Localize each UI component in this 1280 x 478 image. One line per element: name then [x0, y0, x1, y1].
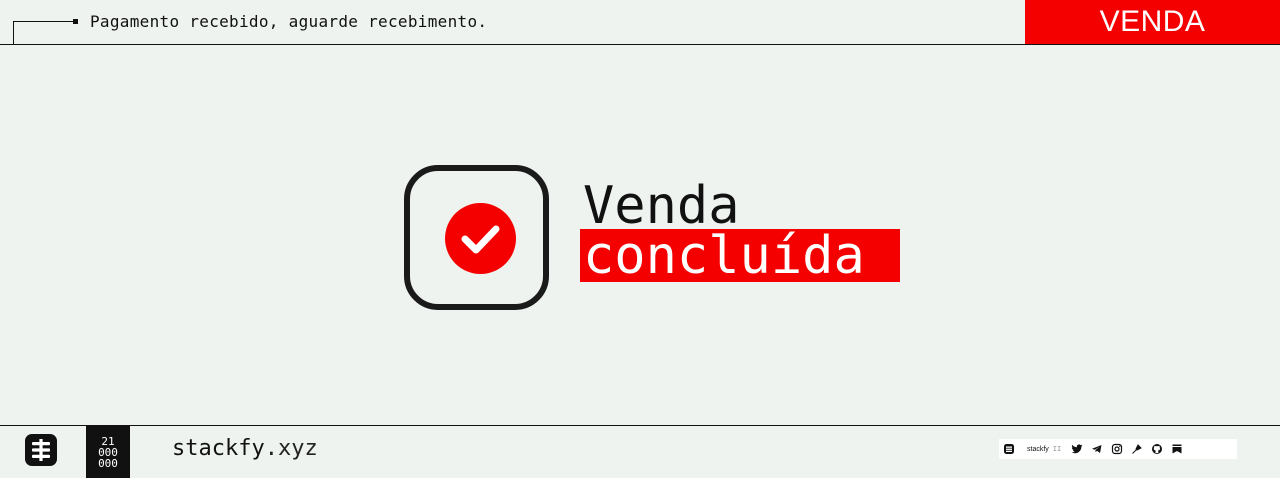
instagram-icon[interactable] [1107, 439, 1127, 459]
counter-line: 21 [101, 434, 115, 448]
bracket-dot [73, 19, 78, 24]
status-message: Pagamento recebido, aguarde recebimento. [90, 12, 488, 31]
block-counter: 21 000 000 [86, 426, 130, 478]
social-bar: stackfy II [999, 439, 1237, 459]
site-name: stackfy [172, 436, 265, 461]
document-icon[interactable] [999, 439, 1019, 459]
bookmark-icon[interactable] [1167, 439, 1187, 459]
corner-bracket [13, 21, 75, 44]
counter-line: 000 [98, 445, 118, 459]
site-tld: .xyz [264, 436, 318, 461]
social-brand: stackfy [1027, 445, 1049, 453]
pen-icon[interactable] [1127, 439, 1147, 459]
twitter-icon[interactable] [1067, 439, 1087, 459]
checkmark-card [404, 165, 549, 310]
counter-line: 000 [98, 456, 118, 470]
sale-badge: VENDA [1025, 0, 1280, 44]
title-line-2: concluída [583, 226, 865, 286]
telegram-icon[interactable] [1087, 439, 1107, 459]
checkmark-icon [445, 203, 516, 274]
app-logo-icon[interactable] [25, 434, 57, 466]
top-bar: Pagamento recebido, aguarde recebimento.… [0, 0, 1280, 45]
site-link[interactable]: stackfy.xyz [172, 436, 318, 461]
social-separator: II [1052, 445, 1062, 453]
github-icon[interactable] [1147, 439, 1167, 459]
